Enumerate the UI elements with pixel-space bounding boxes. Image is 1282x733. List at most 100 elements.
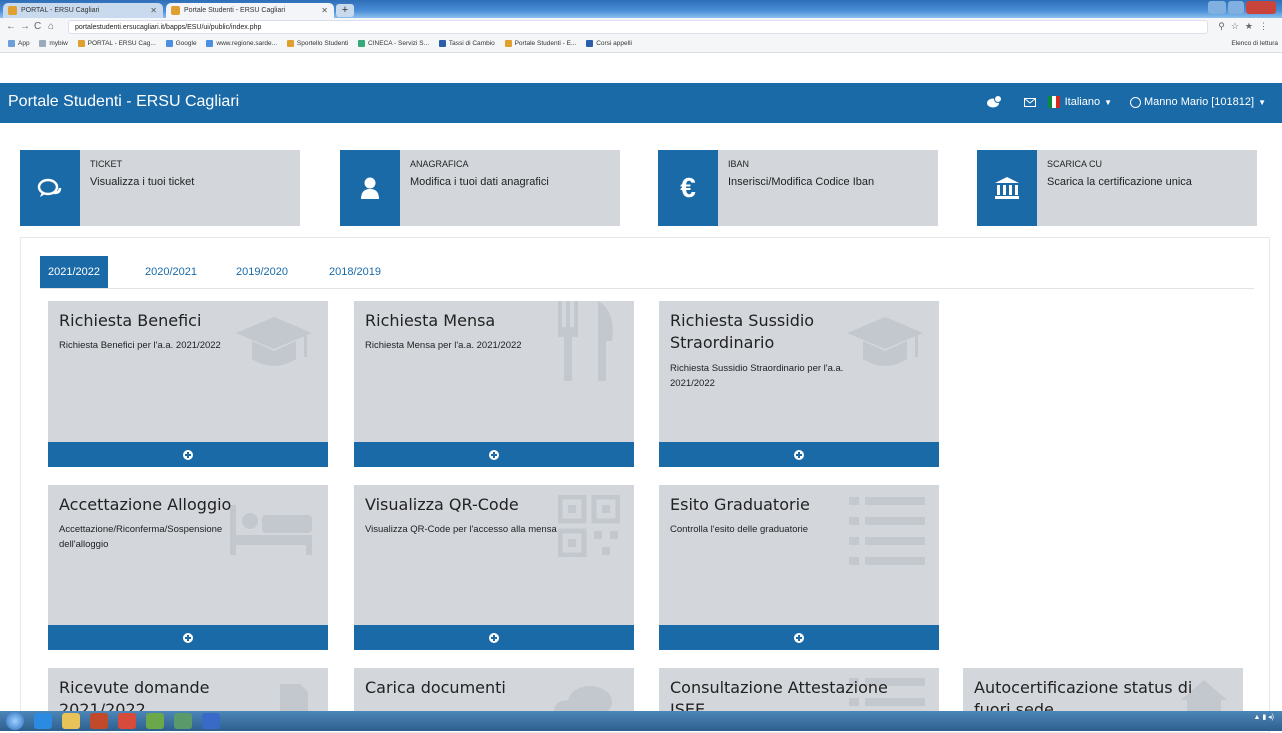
card-title: Richiesta Mensa (365, 311, 496, 330)
tab-2021-2022[interactable]: 2021/2022 (40, 256, 108, 288)
bookmark-item[interactable]: App (8, 36, 30, 52)
app-navbar: Portale Studenti - ERSU Cagliari Italian… (0, 83, 1282, 123)
word-icon[interactable] (202, 713, 220, 729)
card-visualizza-qrcode[interactable]: Visualizza QR-Code Visualizza QR-Code pe… (354, 485, 634, 650)
favicon-icon (586, 39, 594, 47)
folder-icon[interactable] (62, 713, 80, 729)
card-open-button[interactable] (48, 625, 328, 650)
card-richiesta-mensa[interactable]: Richiesta Mensa Richiesta Mensa per l'a.… (354, 301, 634, 467)
bookmark-item[interactable]: mybiw (39, 36, 68, 52)
infobox-ticket[interactable]: TICKET Visualizza i tuoi ticket (20, 150, 300, 226)
card-title: Autocertificazione status di fuori sede (974, 678, 1193, 711)
card-description: Controlla l'esito delle graduatorie (670, 524, 809, 535)
card-open-button[interactable] (659, 442, 939, 467)
card-description: Richiesta Mensa per l'a.a. 2021/2022 (365, 340, 522, 351)
favicon-icon (171, 6, 180, 15)
infobox-title: TICKET (90, 159, 123, 169)
url-input[interactable]: portalestudenti.ersucagliari.it/bapps/ES… (68, 20, 1208, 34)
infobox-text: Scarica la certificazione unica (1047, 176, 1192, 188)
maximize-button[interactable] (1228, 1, 1244, 14)
media-player-icon[interactable] (90, 713, 108, 729)
card-title: Visualizza QR-Code (365, 495, 519, 514)
card-autocertificazione[interactable]: Autocertificazione status di fuori sede (963, 668, 1243, 711)
card-open-button[interactable] (659, 625, 939, 650)
browser-tab-label: PORTAL - ERSU Cagliari (21, 7, 100, 14)
reload-icon[interactable]: C (34, 21, 41, 32)
brand-title[interactable]: Portale Studenti - ERSU Cagliari (8, 83, 239, 121)
euro-icon: € (658, 150, 718, 226)
bookmark-item[interactable]: Google (165, 36, 197, 52)
app-icon[interactable] (146, 713, 164, 729)
card-open-button[interactable] (48, 442, 328, 467)
card-title: Esito Graduatorie (670, 495, 810, 514)
reading-list-link[interactable]: Elenco di lettura (1231, 36, 1278, 52)
bookmark-item[interactable]: Tassi di Cambio (438, 36, 495, 52)
bookmark-item[interactable]: CINECA - Servizi S... (358, 36, 429, 52)
bookmark-item[interactable]: Portale Studenti - E... (504, 36, 576, 52)
system-tray[interactable]: ▲ ▮ ◂) (1253, 714, 1274, 721)
back-icon[interactable]: ← (6, 21, 16, 32)
plus-circle-icon (489, 632, 499, 643)
browser-tab-active[interactable]: Portale Studenti - ERSU Cagliari ✕ (166, 3, 334, 18)
infobox-iban[interactable]: € IBAN Inserisci/Modifica Codice Iban (658, 150, 938, 226)
favicon-icon (358, 39, 366, 47)
forward-icon[interactable]: → (20, 21, 30, 32)
bookmark-item[interactable]: www.regione.sarde... (206, 36, 277, 52)
browser-actions-icon[interactable]: ⚲☆★⋮ (1218, 21, 1274, 32)
browser-tab[interactable]: PORTAL - ERSU Cagliari ✕ (3, 3, 163, 18)
card-title: Ricevute domande 2021/2022 (59, 678, 210, 711)
card-open-button[interactable] (354, 442, 634, 467)
card-richiesta-sussidio[interactable]: Richiesta Sussidio Straordinario Richies… (659, 301, 939, 467)
infobox-text: Visualizza i tuoi ticket (90, 176, 195, 188)
home-icon[interactable]: ⌂ (48, 21, 54, 32)
language-selector[interactable]: Italiano ▼ (1047, 96, 1112, 108)
tab-2018-2019[interactable]: 2018/2019 (329, 256, 381, 288)
close-tab-icon[interactable]: ✕ (321, 3, 328, 18)
card-title: Consultazione Attestazione ISEE (670, 678, 888, 711)
card-title: Carica documenti (365, 678, 506, 697)
card-title: Richiesta Benefici (59, 311, 202, 330)
favicon-icon (438, 39, 446, 47)
card-accettazione-alloggio[interactable]: Accettazione Alloggio Accettazione/Ricon… (48, 485, 328, 650)
new-tab-button[interactable]: + (336, 4, 354, 17)
chat-bubbles-icon (20, 150, 80, 226)
start-button[interactable] (6, 712, 24, 730)
infobox-scarica-cu[interactable]: SCARICA CU Scarica la certificazione uni… (977, 150, 1257, 226)
italy-flag-icon (1047, 96, 1060, 108)
window-controls (1206, 1, 1276, 15)
excel-icon[interactable] (174, 713, 192, 729)
plus-circle-icon (183, 632, 193, 643)
infobox-anagrafica[interactable]: ANAGRAFICA Modifica i tuoi dati anagrafi… (340, 150, 620, 226)
minimize-button[interactable] (1208, 1, 1226, 14)
mail-icon[interactable] (1023, 97, 1036, 107)
infobox-title: SCARICA CU (1047, 159, 1103, 169)
card-richiesta-benefici[interactable]: Richiesta Benefici Richiesta Benefici pe… (48, 301, 328, 467)
language-label: Italiano (1064, 96, 1101, 108)
card-esito-graduatorie[interactable]: Esito Graduatorie Controlla l'esito dell… (659, 485, 939, 650)
card-carica-documenti[interactable]: Carica documenti (354, 668, 634, 711)
card-open-button[interactable] (354, 625, 634, 650)
card-title: Richiesta Sussidio Straordinario (670, 311, 815, 352)
user-circle-icon (1130, 96, 1141, 108)
user-menu[interactable]: Manno Mario [101812] ▼ (1130, 96, 1266, 108)
google-icon (206, 39, 214, 47)
card-consultazione-isee[interactable]: Consultazione Attestazione ISEE (659, 668, 939, 711)
card-description: Accettazione/Riconferma/Sospensione dell… (59, 524, 223, 550)
chrome-icon[interactable] (118, 713, 136, 729)
bookmark-item[interactable]: Corsi appelli (586, 36, 632, 52)
close-tab-icon[interactable]: ✕ (150, 3, 157, 18)
plus-circle-icon (794, 449, 804, 460)
support-ticket-icon[interactable] (986, 95, 1002, 109)
infobox-title: ANAGRAFICA (410, 159, 469, 169)
tab-2020-2021[interactable]: 2020/2021 (145, 256, 197, 288)
close-window-button[interactable] (1246, 1, 1276, 14)
globe-icon (39, 39, 47, 47)
bookmark-item[interactable]: Sportello Studenti (286, 36, 348, 52)
browser-tab-label: Portale Studenti - ERSU Cagliari (184, 7, 286, 14)
infobox-text: Inserisci/Modifica Codice Iban (728, 176, 875, 188)
ie-icon[interactable] (34, 713, 52, 729)
bookmark-item[interactable]: PORTAL - ERSU Cag... (77, 36, 156, 52)
card-ricevute-domande[interactable]: Ricevute domande 2021/2022 (48, 668, 328, 711)
tab-2019-2020[interactable]: 2019/2020 (236, 256, 288, 288)
address-bar-row: ← → C ⌂ portalestudenti.ersucagliari.it/… (0, 18, 1282, 36)
